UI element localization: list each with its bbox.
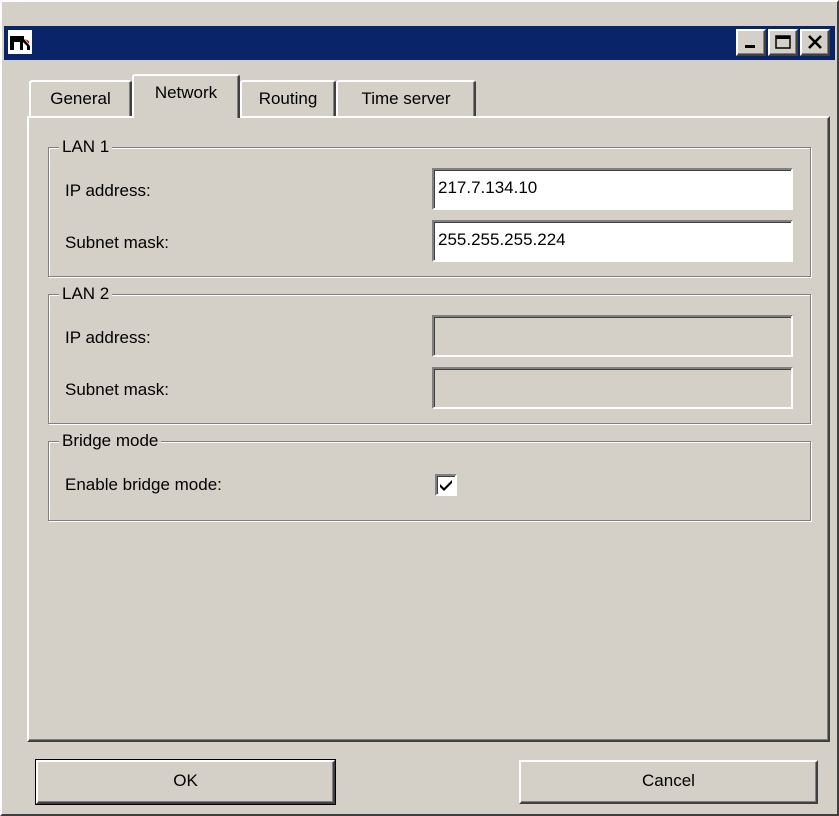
maximize-icon	[775, 35, 791, 49]
enable-bridge-mode-checkbox[interactable]	[435, 474, 457, 496]
bridge-mode-legend: Bridge mode	[59, 431, 162, 451]
lan1-ip-input[interactable]: 217.7.134.10	[432, 168, 793, 210]
network-tab-panel: LAN 1 IP address: 217.7.134.10 Subnet ma…	[27, 116, 830, 742]
lan2-mask-label: Subnet mask:	[65, 380, 169, 399]
lan1-ip-label: IP address:	[65, 181, 151, 200]
app-icon	[8, 30, 32, 54]
lan2-legend: LAN 2	[59, 284, 113, 304]
minimize-icon	[745, 45, 755, 48]
lan2-mask-input[interactable]	[432, 367, 793, 409]
ok-button[interactable]: OK	[35, 759, 336, 805]
tab-general[interactable]: General	[29, 80, 132, 116]
tab-time-server[interactable]: Time server	[336, 80, 476, 116]
tab-network[interactable]: Network	[132, 74, 240, 118]
close-icon	[808, 35, 822, 49]
lan1-groupbox: LAN 1 IP address: 217.7.134.10 Subnet ma…	[48, 137, 811, 277]
lan2-ip-input[interactable]	[432, 315, 793, 357]
close-button[interactable]	[800, 29, 830, 56]
checkmark-icon	[440, 480, 452, 491]
lan1-mask-input[interactable]: 255.255.255.224	[432, 220, 793, 262]
title-bar[interactable]	[4, 26, 835, 60]
tab-routing[interactable]: Routing	[240, 80, 336, 116]
bridge-mode-groupbox: Bridge mode Enable bridge mode:	[48, 431, 811, 521]
enable-bridge-mode-label: Enable bridge mode:	[65, 475, 222, 494]
maximize-button[interactable]	[768, 29, 798, 56]
cancel-button[interactable]: Cancel	[519, 760, 818, 804]
minimize-button[interactable]	[736, 29, 766, 56]
lan2-groupbox: LAN 2 IP address: Subnet mask:	[48, 284, 811, 424]
lan1-legend: LAN 1	[59, 137, 113, 157]
lan1-mask-label: Subnet mask:	[65, 233, 169, 252]
lan2-ip-label: IP address:	[65, 328, 151, 347]
